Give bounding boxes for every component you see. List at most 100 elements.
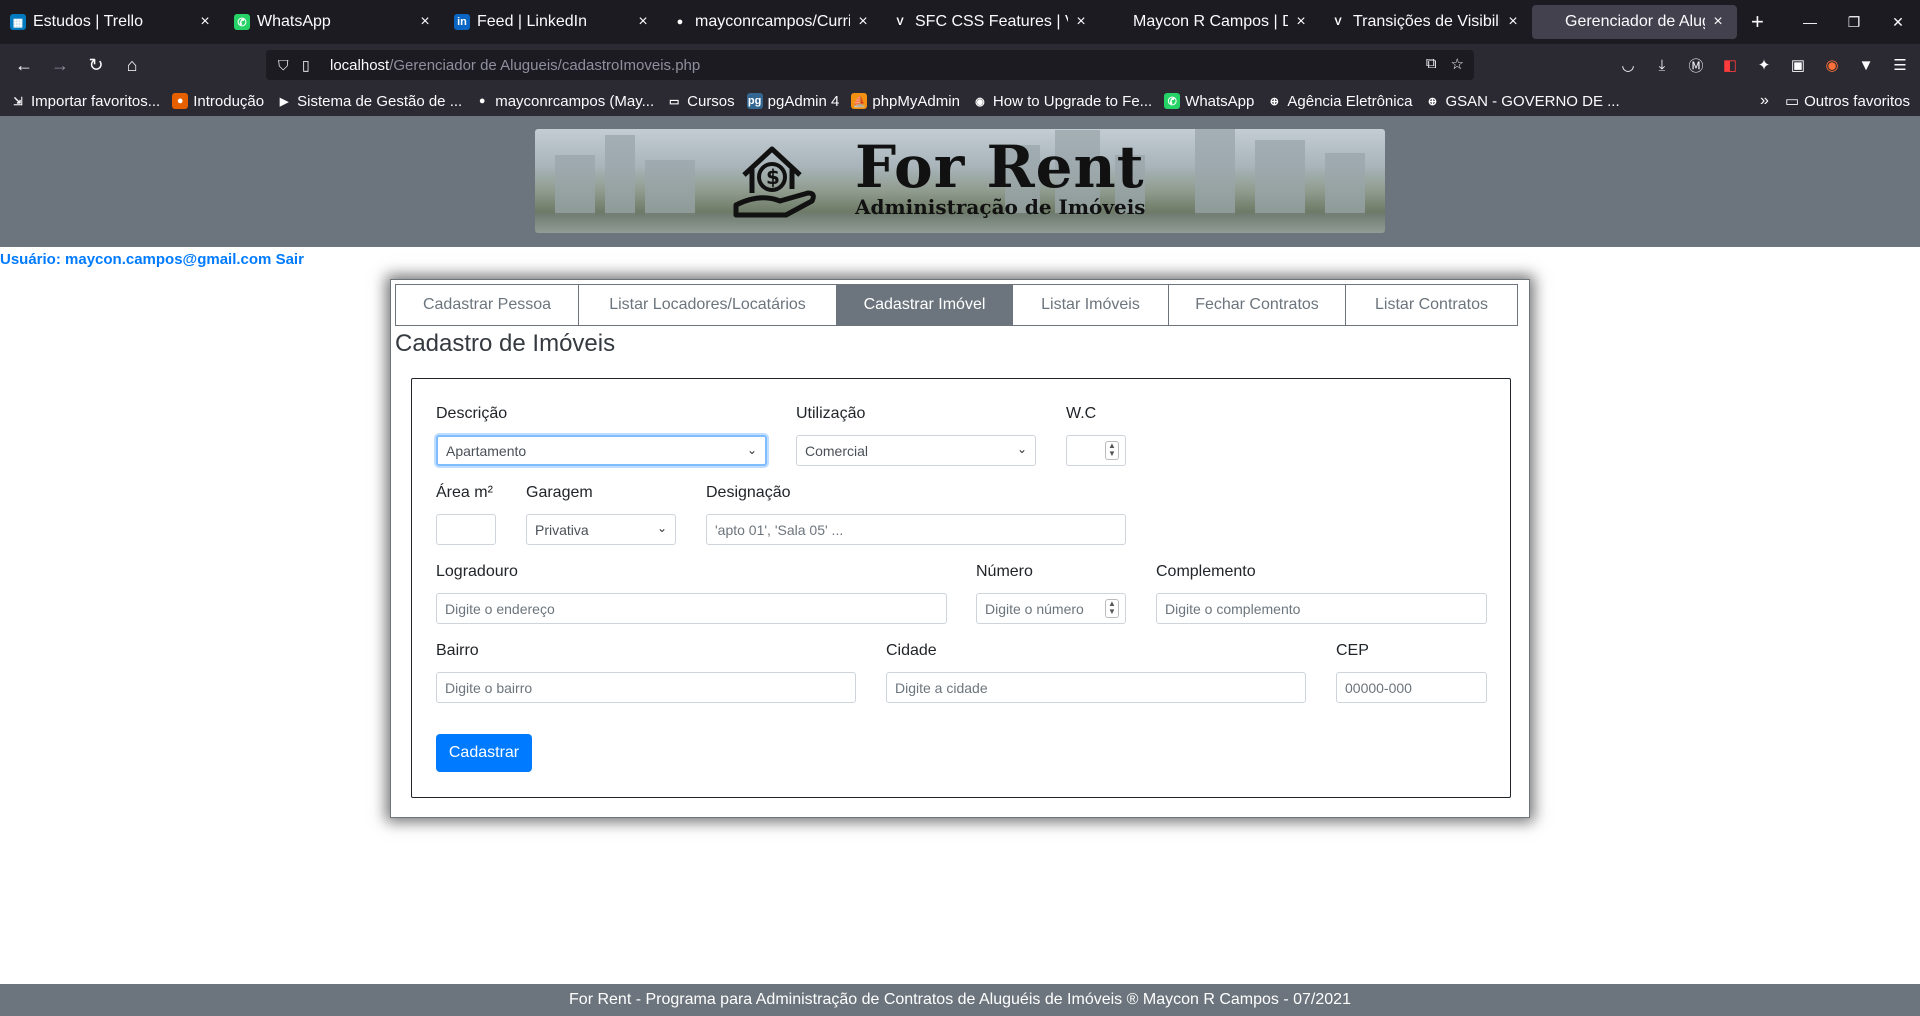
- logradouro-label: Logradouro: [436, 563, 518, 580]
- bookmark-item[interactable]: ✆ WhatsApp: [1164, 93, 1254, 110]
- chevron-down-icon: ⌄: [1016, 442, 1027, 456]
- forward-icon[interactable]: →: [42, 49, 78, 81]
- main-card: Cadastrar Pessoa Listar Locadores/Locatá…: [390, 279, 1530, 818]
- browser-tab-label: Transições de Visibilidad: [1353, 13, 1500, 30]
- bookmark-label: mayconrcampos (May...: [495, 92, 655, 110]
- vue-devtools-icon[interactable]: ▼: [1854, 50, 1878, 80]
- bookmark-label: How to Upgrade to Fe...: [992, 92, 1153, 110]
- close-window-icon[interactable]: ✕: [1876, 14, 1920, 31]
- browser-tab[interactable]: ✆ WhatsApp ×: [224, 5, 444, 39]
- browser-tab[interactable]: V Transições de Visibilidad×: [1320, 5, 1532, 39]
- area-label: Área m²: [436, 484, 493, 501]
- designacao-input[interactable]: 'apto 01', 'Sala 05' ...: [706, 514, 1126, 545]
- m-extension-icon[interactable]: Ⓜ: [1684, 50, 1708, 80]
- user-email: maycon.campos@gmail.com: [65, 251, 272, 268]
- cadastrar-button[interactable]: Cadastrar: [436, 734, 532, 772]
- close-icon[interactable]: ×: [416, 13, 434, 31]
- browser-tab-label: SFC CSS Features | Vue.j: [915, 13, 1068, 30]
- close-icon[interactable]: ×: [854, 13, 872, 31]
- bookmark-label: pgAdmin 4: [767, 92, 840, 110]
- phpmyadmin-icon: ⛵: [851, 93, 868, 109]
- bookmark-label: Agência Eletrônica: [1287, 92, 1413, 110]
- bookmark-item[interactable]: ● Introdução: [172, 93, 264, 110]
- close-icon[interactable]: ×: [196, 13, 214, 31]
- bookmark-item[interactable]: ◉ How to Upgrade to Fe...: [971, 92, 1153, 110]
- utilizacao-select[interactable]: Comercial ⌄: [796, 435, 1036, 466]
- bookmark-item[interactable]: ⊕ Agência Eletrônica: [1266, 93, 1412, 110]
- globe-icon: ⊕: [1266, 93, 1283, 109]
- house-money-icon: $: [733, 146, 816, 218]
- complemento-input[interactable]: Digite o complemento: [1156, 593, 1487, 624]
- wc-label: W.C: [1066, 405, 1097, 422]
- nav-fechar-contratos[interactable]: Fechar Contratos: [1168, 284, 1346, 326]
- reload-icon[interactable]: ↻: [78, 49, 114, 81]
- minimize-icon[interactable]: —: [1788, 14, 1832, 30]
- bookmark-star-icon[interactable]: ☆: [1451, 55, 1464, 73]
- browser-tab[interactable]: Gerenciador de Aluguéis - L×: [1532, 5, 1737, 39]
- bookmark-item[interactable]: ● mayconrcampos (May...: [474, 93, 654, 110]
- bairro-label: Bairro: [436, 642, 479, 659]
- browser-tab-label: Feed | LinkedIn: [477, 13, 588, 30]
- logout-link[interactable]: Sair: [276, 251, 304, 268]
- back-icon[interactable]: ←: [6, 49, 42, 81]
- chevron-down-icon: ⌄: [656, 521, 667, 535]
- pocket-icon[interactable]: ◡: [1616, 50, 1640, 80]
- download-icon[interactable]: ⤓: [1650, 50, 1674, 80]
- wc-number-input[interactable]: ▲ ▼: [1066, 435, 1126, 466]
- cidade-input[interactable]: Digite a cidade: [886, 672, 1306, 703]
- nav-cadastrar-pessoa[interactable]: Cadastrar Pessoa: [395, 284, 579, 326]
- pdf-extension-icon[interactable]: ◧: [1718, 50, 1742, 80]
- menu-icon[interactable]: ☰: [1888, 50, 1912, 80]
- restore-icon[interactable]: ❐: [1832, 14, 1876, 31]
- url-text[interactable]: localhost/Gerenciador de Alugueis/cadast…: [330, 57, 700, 74]
- bairro-input[interactable]: Digite o bairro: [436, 672, 856, 703]
- close-icon[interactable]: ×: [1292, 13, 1310, 31]
- shield-icon[interactable]: ⛉: [278, 57, 296, 74]
- translate-icon[interactable]: ⧉: [1426, 55, 1437, 73]
- nav-listar-contratos[interactable]: Listar Contratos: [1345, 284, 1518, 326]
- garagem-select[interactable]: Privativa ⌄: [526, 514, 676, 545]
- cep-input[interactable]: 00000-000: [1336, 672, 1487, 703]
- new-tab-button[interactable]: +: [1737, 9, 1778, 35]
- descricao-select[interactable]: Apartamento ⌄: [436, 435, 767, 466]
- close-icon[interactable]: ×: [1709, 13, 1727, 31]
- brand-title: For Rent: [855, 133, 1145, 201]
- close-icon[interactable]: ×: [1072, 13, 1090, 31]
- bookmark-item[interactable]: ▶ Sistema de Gestão de ...: [276, 93, 462, 110]
- container-icon[interactable]: ▣: [1786, 50, 1810, 80]
- browser-tab[interactable]: V SFC CSS Features | Vue.j×: [882, 5, 1100, 39]
- browser-tab[interactable]: Maycon R Campos | DEV Ful×: [1100, 5, 1320, 39]
- header-banner: $ For Rent Administração de Imóveis: [535, 129, 1385, 233]
- toolbar-icons: ◡ ⤓ Ⓜ ◧ ✦ ▣ ◉ ▼ ☰: [1616, 50, 1912, 80]
- shield-extension-icon[interactable]: ◉: [1820, 50, 1844, 80]
- dev-icon: [1110, 14, 1126, 30]
- home-icon[interactable]: ⌂: [114, 49, 150, 81]
- nav-cadastrar-imovel[interactable]: Cadastrar Imóvel: [836, 284, 1013, 326]
- bookmark-label: Sistema de Gestão de ...: [297, 92, 463, 110]
- url-bar[interactable]: ⛉ ▯ localhost/Gerenciador de Alugueis/ca…: [266, 50, 1474, 80]
- other-bookmarks[interactable]: Outros favoritos: [1804, 93, 1910, 110]
- more-bookmarks-icon[interactable]: »: [1760, 92, 1769, 110]
- spinner-icon[interactable]: ▲ ▼: [1105, 441, 1119, 460]
- browser-tab[interactable]: in Feed | LinkedIn ×: [444, 5, 662, 39]
- spinner-icon[interactable]: ▲ ▼: [1105, 599, 1119, 618]
- extension-icon[interactable]: ✦: [1752, 50, 1776, 80]
- bookmark-item[interactable]: ▭ Cursos: [666, 93, 735, 110]
- nav-listar-imoveis[interactable]: Listar Imóveis: [1012, 284, 1169, 326]
- nav-listar-locadores[interactable]: Listar Locadores/Locatários: [578, 284, 837, 326]
- whatsapp-icon: ✆: [1164, 93, 1181, 109]
- close-icon[interactable]: ×: [634, 13, 652, 31]
- bookmark-item[interactable]: ⇲ Importar favoritos...: [10, 93, 160, 110]
- browser-tab[interactable]: ● mayconrcampos/Curricu×: [662, 5, 882, 39]
- bookmark-item[interactable]: ⛵ phpMyAdmin: [851, 93, 960, 110]
- numero-label: Número: [976, 563, 1033, 580]
- logradouro-input[interactable]: Digite o endereço: [436, 593, 947, 624]
- bookmark-item[interactable]: pg pgAdmin 4: [746, 92, 840, 110]
- bookmark-item[interactable]: ⊕ GSAN - GOVERNO DE ...: [1424, 93, 1620, 110]
- browser-tab[interactable]: ▦ Estudos | Trello ×: [0, 5, 224, 39]
- svg-text:$: $: [766, 165, 780, 189]
- browser-tab-label: WhatsApp: [257, 13, 331, 30]
- numero-input[interactable]: Digite o número ▲ ▼: [976, 593, 1126, 624]
- area-input[interactable]: [436, 514, 496, 545]
- close-icon[interactable]: ×: [1504, 13, 1522, 31]
